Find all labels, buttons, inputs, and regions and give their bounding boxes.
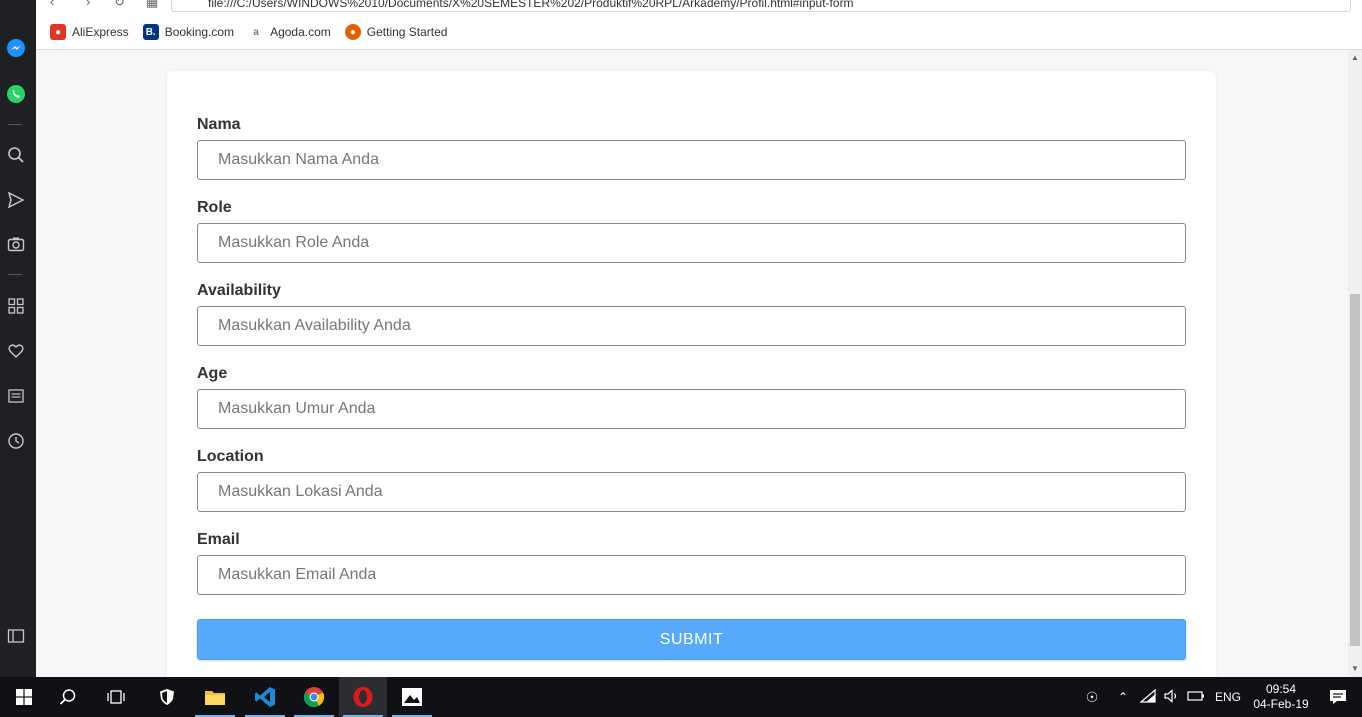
bookmarks-bar: ● AliExpress B. Booking.com a Agoda.com … xyxy=(50,22,447,42)
location-input[interactable] xyxy=(197,472,1186,512)
availability-label: Availability xyxy=(197,282,281,299)
role-label: Role xyxy=(197,199,232,216)
bookmark-getting-started[interactable]: ● Getting Started xyxy=(344,24,448,40)
aliexpress-icon: ● xyxy=(50,24,66,40)
page-scrollbar[interactable]: ▲ ▼ xyxy=(1348,50,1362,677)
agoda-icon: a xyxy=(248,24,265,40)
notifications-icon[interactable] xyxy=(1314,689,1362,705)
email-label: Email xyxy=(197,531,240,548)
task-view-icon[interactable] xyxy=(92,677,140,717)
history-icon[interactable] xyxy=(6,431,26,451)
browser-toolbar: ‹ › ↻ ▦ file:///C:/Users/WINDOWS%2010/Do… xyxy=(36,0,1362,50)
send-icon[interactable] xyxy=(6,190,26,210)
reload-icon[interactable]: ↻ xyxy=(114,0,125,10)
windows-taskbar: ☉ ⌃ ENG 09:54 04-Feb-19 xyxy=(0,677,1362,717)
scroll-up-icon[interactable]: ▲ xyxy=(1350,53,1360,63)
scroll-down-icon[interactable]: ▼ xyxy=(1350,664,1360,674)
field-age: Age xyxy=(197,365,1186,429)
nama-label: Nama xyxy=(197,116,241,133)
bookmark-label: Booking.com xyxy=(164,25,235,39)
field-location: Location xyxy=(197,448,1186,512)
clock-time: 09:54 xyxy=(1265,682,1297,696)
age-input[interactable] xyxy=(197,389,1186,429)
messenger-icon[interactable] xyxy=(6,38,26,58)
sidebar-divider xyxy=(8,124,22,125)
tabs-icon[interactable]: ▦ xyxy=(146,0,158,10)
role-input[interactable] xyxy=(197,223,1186,263)
bookmark-label: AliExpress xyxy=(72,25,129,39)
bookmark-booking[interactable]: B. Booking.com xyxy=(142,24,235,40)
chrome-icon[interactable] xyxy=(290,677,338,717)
sidebar-toggle-icon[interactable] xyxy=(6,626,26,646)
field-nama: Nama xyxy=(197,116,1186,180)
file-explorer-icon[interactable] xyxy=(191,677,239,717)
bookmark-aliexpress[interactable]: ● AliExpress xyxy=(50,24,129,40)
booking-icon: B. xyxy=(142,24,159,40)
location-label: Location xyxy=(197,448,264,465)
vscode-icon[interactable] xyxy=(241,677,289,717)
field-availability: Availability xyxy=(197,282,1186,346)
clock-date: 04-Feb-19 xyxy=(1253,697,1309,711)
field-email: Email xyxy=(197,531,1186,595)
input-form-card: Nama Role Availability Age Location Emai… xyxy=(167,71,1216,677)
clock[interactable]: 09:54 04-Feb-19 xyxy=(1248,682,1314,712)
opera-icon[interactable] xyxy=(339,677,387,717)
speed-dial-icon[interactable] xyxy=(6,296,26,316)
language-indicator[interactable]: ENG xyxy=(1208,690,1248,704)
whatsapp-icon[interactable] xyxy=(6,84,26,104)
address-text: file:///C:/Users/WINDOWS%2010/Documents/… xyxy=(208,0,854,10)
chevron-up-icon[interactable]: ⌃ xyxy=(1110,690,1136,704)
battery-icon[interactable] xyxy=(1184,690,1208,705)
windows-start-icon[interactable] xyxy=(0,677,48,717)
photos-icon[interactable] xyxy=(388,677,436,717)
submit-button[interactable]: SUBMIT xyxy=(197,619,1186,660)
people-icon[interactable]: ☉ xyxy=(1074,689,1110,706)
camera-icon[interactable] xyxy=(6,234,26,254)
forward-icon[interactable]: › xyxy=(86,0,90,9)
address-bar[interactable]: file:///C:/Users/WINDOWS%2010/Documents/… xyxy=(171,0,1351,12)
email-input[interactable] xyxy=(197,555,1186,595)
heart-icon[interactable] xyxy=(6,341,26,361)
availability-input[interactable] xyxy=(197,306,1186,346)
nama-input[interactable] xyxy=(197,140,1186,180)
scroll-thumb[interactable] xyxy=(1350,294,1360,646)
defender-icon[interactable] xyxy=(143,677,191,717)
firefox-icon: ● xyxy=(344,24,361,40)
page-content: Nama Role Availability Age Location Emai… xyxy=(36,50,1348,677)
field-role: Role xyxy=(197,199,1186,263)
volume-icon[interactable] xyxy=(1160,688,1184,706)
news-icon[interactable] xyxy=(6,386,26,406)
search-icon[interactable] xyxy=(6,145,26,165)
bookmark-label: Agoda.com xyxy=(270,25,331,39)
system-tray: ☉ ⌃ ENG 09:54 04-Feb-19 xyxy=(1074,677,1362,717)
age-label: Age xyxy=(197,365,228,382)
taskbar-search-icon[interactable] xyxy=(44,677,92,717)
back-icon[interactable]: ‹ xyxy=(50,0,54,9)
bookmark-label: Getting Started xyxy=(366,25,448,39)
bookmark-agoda[interactable]: a Agoda.com xyxy=(248,24,331,40)
wifi-icon[interactable] xyxy=(1136,688,1160,706)
sidebar-divider xyxy=(8,274,22,275)
opera-sidebar xyxy=(0,0,36,677)
